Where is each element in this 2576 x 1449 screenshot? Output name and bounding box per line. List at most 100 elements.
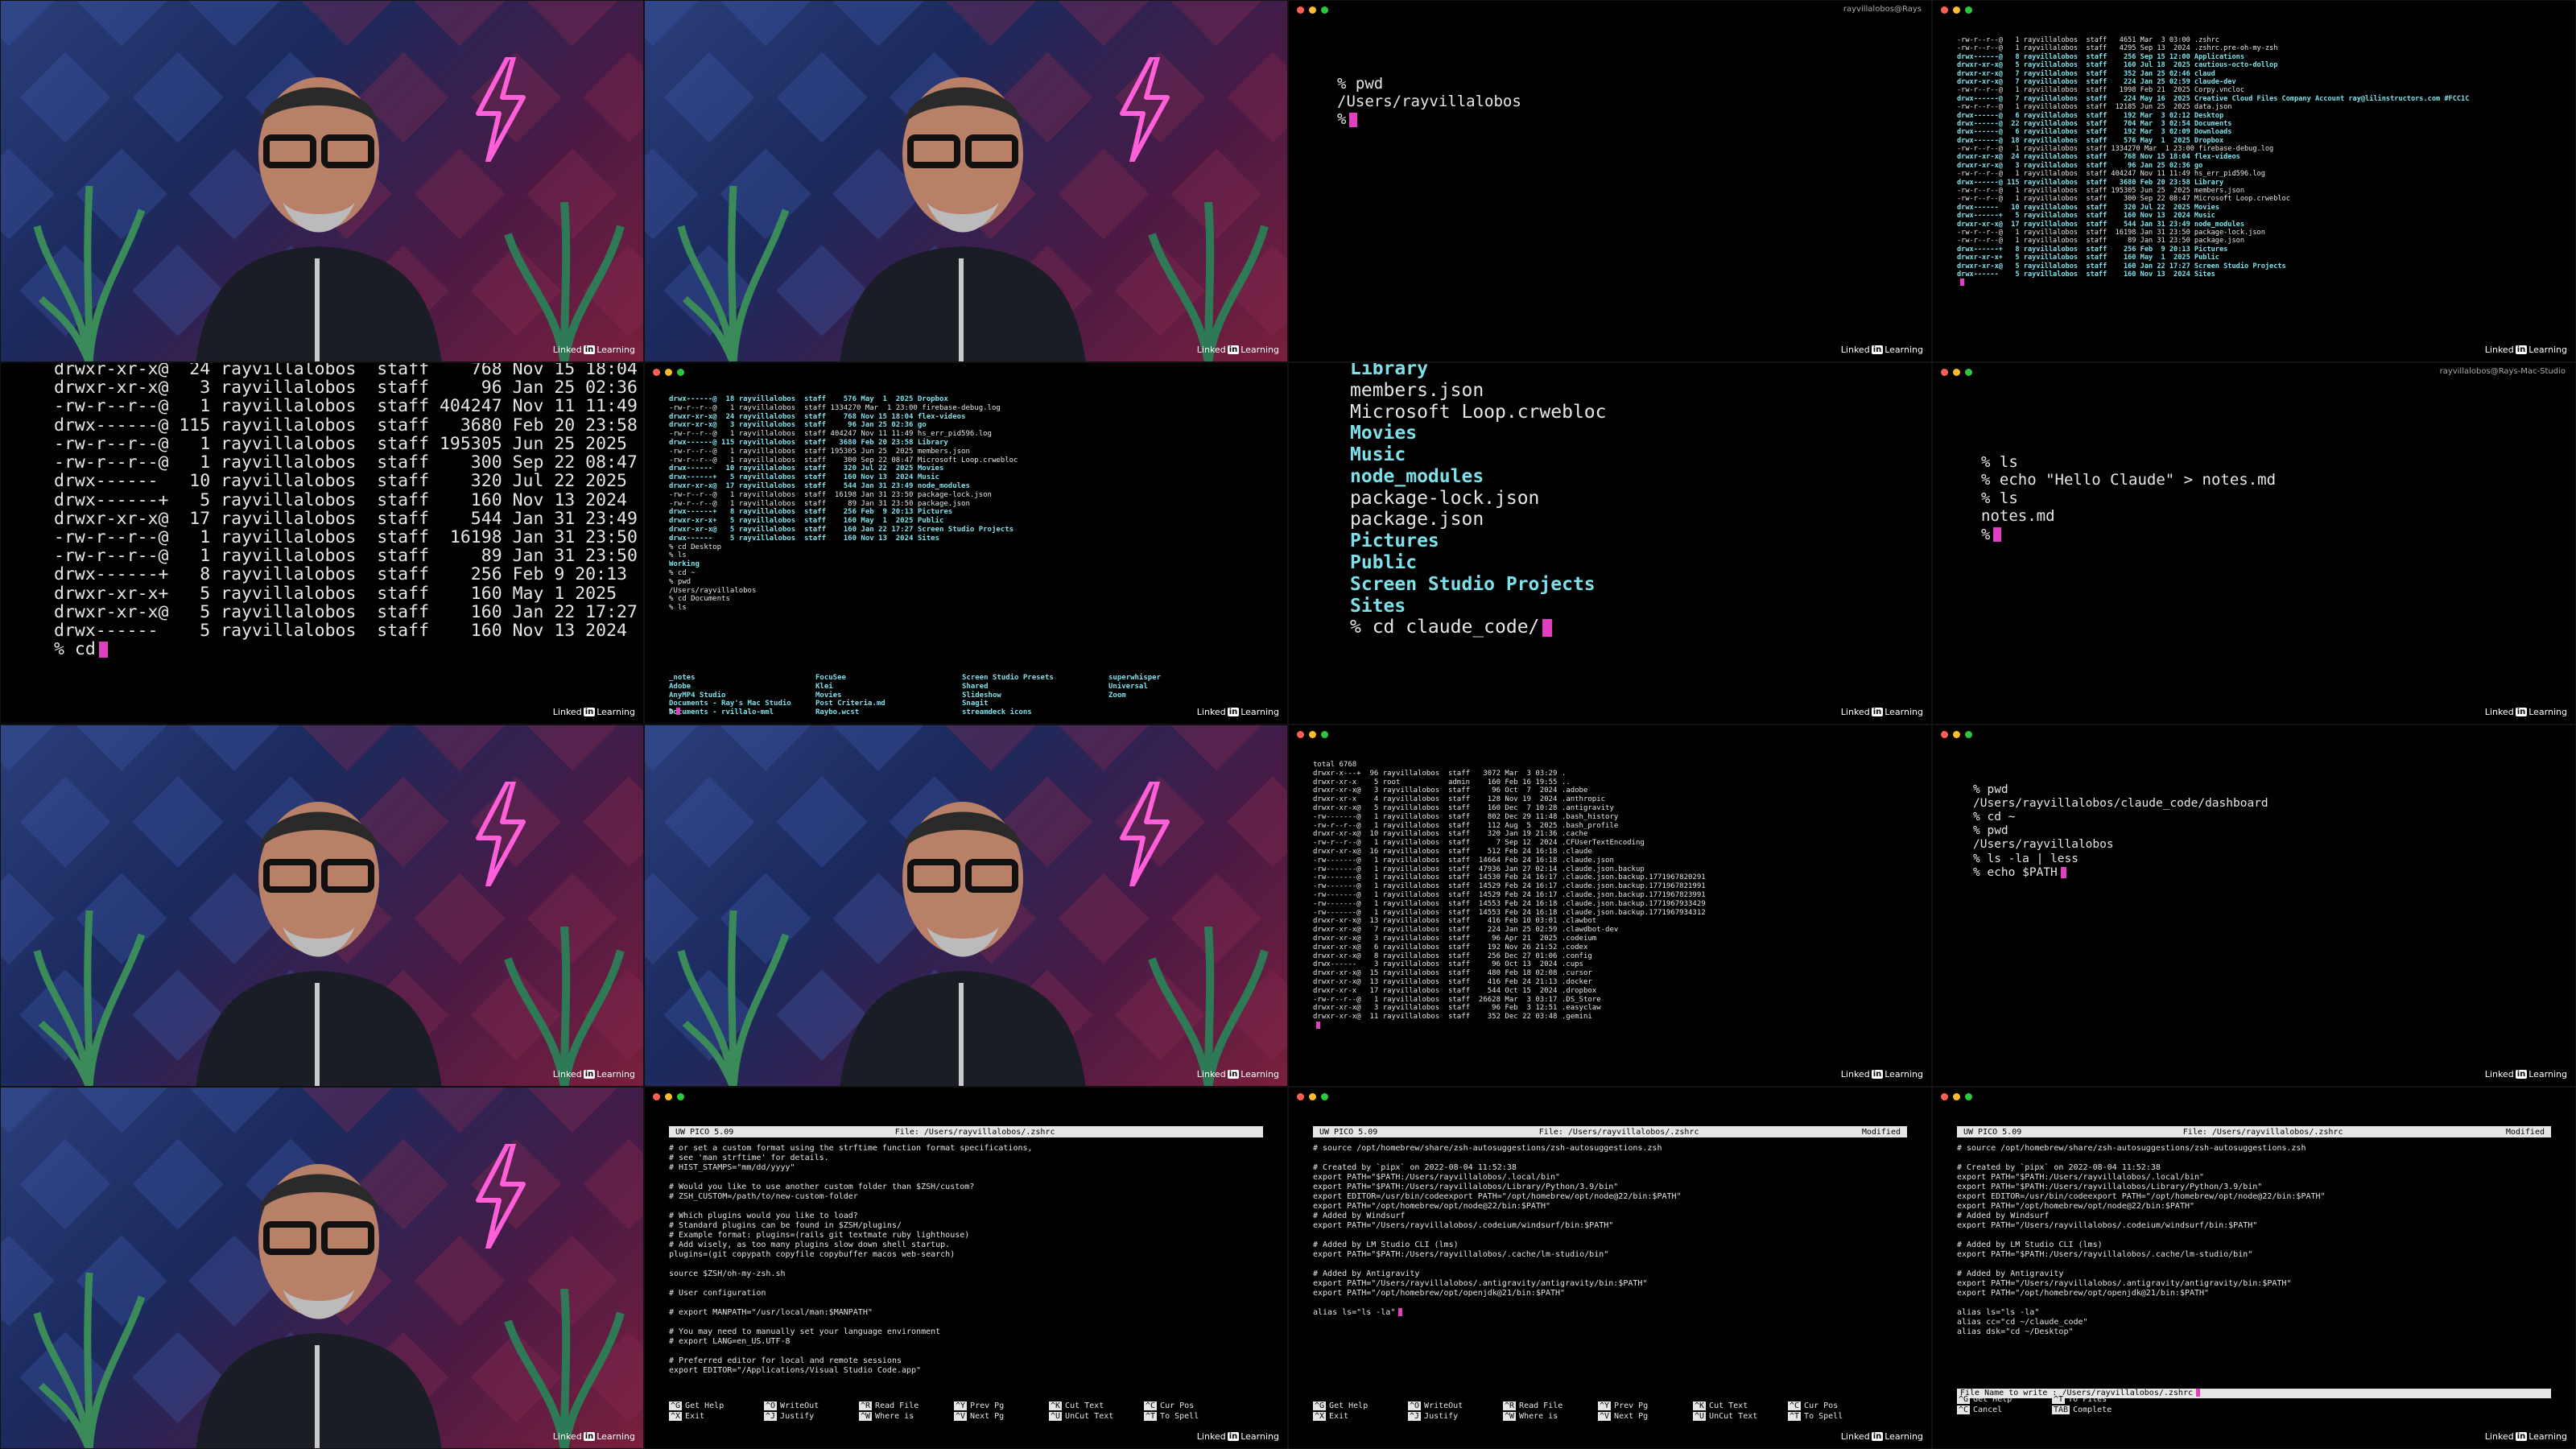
close-window-icon[interactable] (1297, 6, 1304, 14)
badge-in: in (1871, 1070, 1884, 1079)
zoom-window-icon[interactable] (1965, 6, 1972, 14)
background-tile (76, 1, 167, 47)
pico-editor-text[interactable]: # source /opt/homebrew/share/zsh-autosug… (1957, 1144, 2326, 1337)
terminal-documents-panel[interactable]: drwx------@ 18 rayvillalobos staff 576 M… (644, 362, 1288, 724)
shortcut-item[interactable]: ^J Justify (1408, 1412, 1503, 1421)
terminal-cd-claude-panel[interactable]: Library members.json Microsoft Loop.crwebl… (1288, 362, 1932, 724)
window-titlebar[interactable] (1289, 1, 1931, 19)
shortcut-item[interactable]: ^C Cur Pos (1788, 1402, 1883, 1410)
shortcut-item[interactable]: ^V Next Pg (954, 1412, 1049, 1421)
shortcut-item[interactable]: ^O WriteOut (764, 1402, 859, 1410)
shortcut-item[interactable]: ^G Get Help (1313, 1402, 1408, 1410)
terminal-ls-small-panel[interactable]: -rw-r--r--@ 1 rayvillalobos staff 4651 M… (1932, 0, 2576, 362)
shortcut-item[interactable]: ^C Cur Pos (1144, 1402, 1239, 1410)
terminal-line: Microsoft Loop.crwebloc (1350, 401, 1607, 423)
shortcut-item[interactable]: ^C Cancel (1957, 1406, 2052, 1414)
ls-field: Nov 13 2024 (512, 489, 644, 510)
shortcut-item[interactable]: ^X Exit (669, 1412, 764, 1421)
terminal-line: -rw-r--r--@ 1 rayvillalobos staff 195305… (1957, 187, 2244, 196)
zoom-window-icon[interactable] (677, 1092, 684, 1100)
terminal-ls-large-panel[interactable]: drwxr-xr-x@ 24 rayvillalobos staff 768 N… (0, 362, 644, 724)
shortcut-item[interactable]: ^U UnCut Text (1693, 1412, 1788, 1421)
shortcut-label: To Spell (1160, 1412, 1199, 1421)
zoom-window-icon[interactable] (1321, 1092, 1328, 1100)
terminal-line: -rw-------@ 1 rayvillalobos staff 802 De… (1313, 812, 1619, 821)
shortcut-item[interactable]: ^K Cut Text (1693, 1402, 1788, 1410)
pico-editor-text[interactable]: # or set a custom format using the strft… (669, 1144, 1033, 1376)
minimize-window-icon[interactable] (1953, 1092, 1960, 1100)
shortcut-item[interactable]: ^U UnCut Text (1049, 1412, 1144, 1421)
close-window-icon[interactable] (1941, 1092, 1948, 1100)
shortcut-item[interactable]: ^W Where is (859, 1412, 954, 1421)
window-titlebar[interactable] (645, 1088, 1287, 1105)
ls-field: rayvillalobos (221, 396, 378, 417)
terminal-prompt: % (669, 708, 681, 716)
background-tile (832, 725, 924, 771)
close-window-icon[interactable] (653, 1092, 660, 1100)
shortcut-item[interactable]: TAB Complete (2052, 1406, 2147, 1414)
terminal-line: % ls -la | less (1973, 852, 2079, 865)
close-window-icon[interactable] (1297, 1092, 1304, 1100)
zoom-window-icon[interactable] (677, 368, 684, 376)
close-window-icon[interactable] (1941, 368, 1948, 376)
shortcut-item[interactable]: ^R Read File (859, 1402, 954, 1410)
shortcut-item[interactable]: ^K Cut Text (1049, 1402, 1144, 1410)
shortcut-item[interactable]: ^W Where is (1503, 1412, 1598, 1421)
editor-line: # Added by Windsurf (1957, 1212, 2050, 1220)
shortcut-item[interactable]: ^T To Files (2052, 1395, 2147, 1404)
shortcut-item[interactable]: ^G Get Help (1957, 1395, 2052, 1404)
minimize-window-icon[interactable] (1953, 730, 1960, 738)
shortcut-key: ^U (1693, 1412, 1707, 1421)
zoom-window-icon[interactable] (1965, 1092, 1972, 1100)
shortcut-item[interactable]: ^T To Spell (1144, 1412, 1239, 1421)
window-titlebar[interactable] (1289, 725, 1931, 743)
terminal-pwd-panel[interactable]: rayvillalobos@Rays % pwd/Users/rayvillalo… (1288, 0, 1932, 362)
window-titlebar[interactable] (1933, 1088, 2575, 1105)
terminal-ls-la-panel[interactable]: total 6768 drwxr-x---+ 96 rayvillalobos s… (1288, 724, 1932, 1087)
shortcut-item[interactable]: ^R Read File (1503, 1402, 1598, 1410)
terminal-echo-panel[interactable]: rayvillalobos@Rays-Mac-Studio % ls% echo … (1932, 362, 2576, 724)
badge-suffix: Learning (2529, 1431, 2567, 1442)
zoom-window-icon[interactable] (1321, 6, 1328, 14)
zoom-window-icon[interactable] (1321, 730, 1328, 738)
window-titlebar[interactable] (1289, 1088, 1931, 1105)
zoom-window-icon[interactable] (1965, 368, 1972, 376)
close-window-icon[interactable] (1941, 6, 1948, 14)
window-titlebar[interactable] (1933, 1, 2575, 19)
shortcut-item[interactable]: ^O WriteOut (1408, 1402, 1503, 1410)
terminal-path-panel[interactable]: % pwd/Users/rayvillalobos/claude_code/da… (1932, 724, 2576, 1087)
close-window-icon[interactable] (653, 368, 660, 376)
close-window-icon[interactable] (1297, 730, 1304, 738)
zoom-window-icon[interactable] (1965, 730, 1972, 738)
editor-line: # HIST_STAMPS="mm/dd/yyyy" (669, 1163, 795, 1172)
shortcut-item[interactable]: ^Y Prev Pg (954, 1402, 1049, 1410)
minimize-window-icon[interactable] (665, 1092, 672, 1100)
minimize-window-icon[interactable] (1309, 6, 1316, 14)
shortcut-item[interactable]: ^X Exit (1313, 1412, 1408, 1421)
editor-line: export PATH="$PATH:/Users/rayvillalobos/… (1957, 1250, 2253, 1259)
minimize-window-icon[interactable] (665, 368, 672, 376)
minimize-window-icon[interactable] (1953, 368, 1960, 376)
pico-editor-panel-b[interactable]: UW PICO 5.09 File: /Users/rayvillalobos/.… (1288, 1087, 1932, 1449)
minimize-window-icon[interactable] (1309, 1092, 1316, 1100)
shortcut-label: WriteOut (780, 1402, 819, 1410)
terminal-line (1957, 279, 2469, 287)
shortcut-item[interactable]: ^Y Prev Pg (1598, 1402, 1693, 1410)
shortcut-item[interactable]: ^G Get Help (669, 1402, 764, 1410)
minimize-window-icon[interactable] (1953, 6, 1960, 14)
shortcut-item[interactable]: ^J Justify (764, 1412, 859, 1421)
editor-line: export PATH="/Users/rayvillalobos/.antig… (1313, 1279, 1648, 1288)
close-window-icon[interactable] (1941, 730, 1948, 738)
pico-editor-text[interactable]: # source /opt/homebrew/share/zsh-autosug… (1313, 1144, 1682, 1318)
window-titlebar[interactable] (1933, 725, 2575, 743)
window-titlebar[interactable] (645, 363, 1287, 381)
shortcut-item[interactable]: ^V Next Pg (1598, 1412, 1693, 1421)
shortcut-item[interactable]: ^T To Spell (1788, 1412, 1883, 1421)
ls-column: FocuSee Klei Movies Post Criteria.md Raybo.w… (815, 674, 962, 717)
pico-editor-panel-c[interactable]: UW PICO 5.09 File: /Users/rayvillalobos/.… (1932, 1087, 2576, 1449)
pico-editor-panel-a[interactable]: UW PICO 5.09 File: /Users/rayvillalobos/.… (644, 1087, 1288, 1449)
ls-field: 115 (179, 415, 221, 436)
minimize-window-icon[interactable] (1309, 730, 1316, 738)
terminal-line: drwxr-xr-x@ 7 rayvillalobos staff 224 Ja… (1313, 926, 1619, 935)
